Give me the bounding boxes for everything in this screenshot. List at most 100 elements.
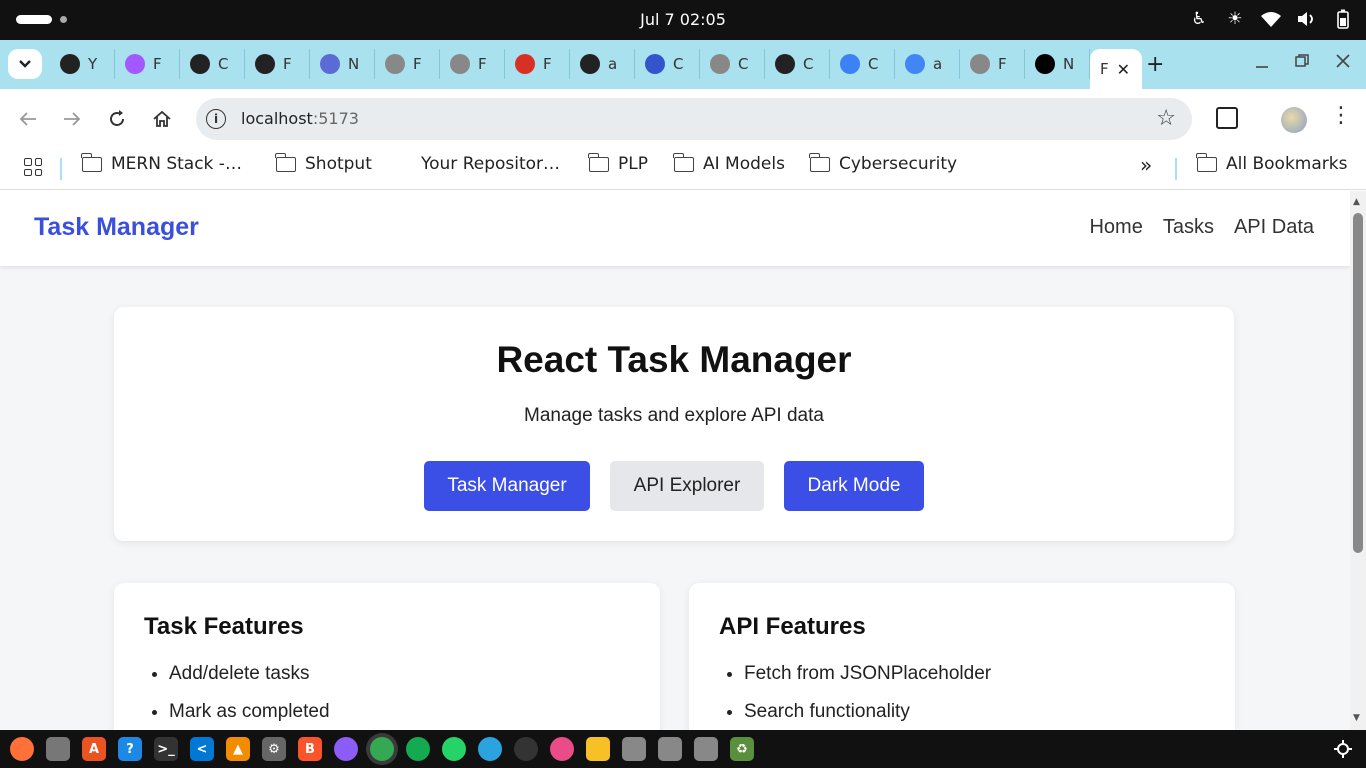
new-tab-button[interactable]: +: [1146, 52, 1164, 77]
bookmark-item[interactable]: Cybersecurity: [809, 152, 957, 174]
tab-title: F: [153, 55, 162, 73]
restore-window-button[interactable]: [1294, 53, 1310, 74]
browser-tab-strip: Y F C F N F F Fa C C C Ca F N F ✕ +: [0, 40, 1366, 89]
brightness-icon[interactable]: ☀: [1224, 8, 1246, 30]
app-icon[interactable]: [550, 737, 574, 761]
browser-tab[interactable]: C: [635, 49, 700, 79]
nav-link-api-data[interactable]: API Data: [1234, 216, 1314, 239]
browser-tab[interactable]: F: [375, 49, 440, 79]
chrome-icon[interactable]: [370, 737, 394, 761]
back-button[interactable]: [16, 107, 40, 131]
terminal-icon[interactable]: >_: [154, 737, 178, 761]
app-center-icon[interactable]: A: [82, 737, 106, 761]
clock[interactable]: Jul 7 02:05: [0, 10, 1366, 29]
mongodb-icon[interactable]: [406, 737, 430, 761]
bookmark-star-icon[interactable]: ☆: [1156, 106, 1176, 131]
files-icon[interactable]: [46, 737, 70, 761]
firefox-icon[interactable]: [10, 737, 34, 761]
browser-tab[interactable]: C: [765, 49, 830, 79]
hero-subtitle: Manage tasks and explore API data: [524, 405, 824, 426]
tab-title: C: [803, 55, 814, 73]
all-bookmarks-label: All Bookmarks: [1226, 154, 1348, 174]
tab-search-button[interactable]: [8, 49, 42, 79]
card-title: Task Features: [144, 613, 304, 640]
active-browser-tab[interactable]: F ✕: [1090, 49, 1142, 89]
trash-icon[interactable]: ♻: [730, 737, 754, 761]
browser-toolbar: i localhost:5173 ☆ ⋮: [0, 89, 1366, 149]
all-bookmarks-button[interactable]: All Bookmarks: [1196, 152, 1348, 174]
bookmark-item[interactable]: PLP: [588, 152, 648, 174]
vlc-icon[interactable]: ▲: [226, 737, 250, 761]
settings-icon[interactable]: ⚙: [262, 737, 286, 761]
bookmark-item[interactable]: Your Repositor…: [421, 154, 560, 174]
list-item: Mark as completed: [169, 701, 330, 723]
extensions-puzzle-icon[interactable]: [1216, 107, 1238, 129]
brave-icon[interactable]: B: [298, 737, 322, 761]
browser-tab[interactable]: N: [1025, 49, 1090, 79]
vite-icon: [1035, 54, 1055, 74]
github-icon[interactable]: [514, 737, 538, 761]
browser-tab[interactable]: F: [440, 49, 505, 79]
page-scrollbar[interactable]: ▲ ▼: [1350, 191, 1366, 730]
telegram-icon[interactable]: [478, 737, 502, 761]
accessibility-icon[interactable]: ♿: [1188, 8, 1210, 30]
scroll-down-icon[interactable]: ▼: [1353, 713, 1360, 723]
volume-icon[interactable]: [1296, 8, 1318, 30]
close-window-button[interactable]: [1335, 53, 1351, 74]
folder-icon: [809, 152, 830, 172]
address-bar[interactable]: i localhost:5173 ☆: [196, 98, 1192, 140]
tab-title: N: [1063, 55, 1075, 73]
browser-tab[interactable]: F: [245, 49, 310, 79]
disk-icon[interactable]: [694, 737, 718, 761]
bookmarks-overflow-button[interactable]: »: [1140, 153, 1152, 177]
help-icon[interactable]: ?: [118, 737, 142, 761]
tab-title: a: [933, 55, 943, 73]
reload-button[interactable]: [105, 107, 129, 131]
apps-grid-icon[interactable]: [24, 158, 42, 176]
app-icon[interactable]: [334, 737, 358, 761]
forward-button[interactable]: [60, 107, 84, 131]
whatsapp-icon[interactable]: [442, 737, 466, 761]
browser-tab[interactable]: Y: [50, 49, 115, 79]
browser-tab[interactable]: F: [505, 49, 570, 79]
browser-tab[interactable]: F: [115, 49, 180, 79]
nav-link-tasks[interactable]: Tasks: [1163, 216, 1214, 239]
bookmark-item[interactable]: Shotput: [275, 152, 372, 174]
globe-icon: [710, 54, 730, 74]
system-tray[interactable]: ♿ ☀: [1188, 8, 1354, 30]
site-info-icon[interactable]: i: [206, 109, 226, 129]
browser-tab[interactable]: F: [960, 49, 1025, 79]
close-tab-icon[interactable]: ✕: [1117, 60, 1130, 79]
browser-tab[interactable]: C: [700, 49, 765, 79]
app-brand-link[interactable]: Task Manager: [34, 213, 199, 242]
scrollbar-thumb[interactable]: [1353, 213, 1363, 553]
bookmark-item[interactable]: AI Models: [673, 152, 785, 174]
browser-menu-kebab-icon[interactable]: ⋮: [1330, 103, 1352, 128]
wifi-icon[interactable]: [1260, 8, 1282, 30]
notes-icon[interactable]: [586, 737, 610, 761]
bookmark-item[interactable]: MERN Stack -…: [81, 152, 242, 174]
bookmark-label: Shotput: [305, 154, 372, 174]
vscode-icon[interactable]: <: [190, 737, 214, 761]
task-manager-button[interactable]: Task Manager: [424, 461, 590, 511]
browser-tab[interactable]: C: [180, 49, 245, 79]
browser-tab[interactable]: a: [895, 49, 960, 79]
scroll-up-icon[interactable]: ▲: [1353, 197, 1360, 207]
browser-tab[interactable]: C: [830, 49, 895, 79]
document-icon[interactable]: [622, 737, 646, 761]
profile-avatar[interactable]: [1281, 107, 1307, 133]
battery-icon[interactable]: [1332, 8, 1354, 30]
globe-icon: [450, 54, 470, 74]
system-top-panel: Jul 7 02:05 ♿ ☀: [0, 0, 1366, 40]
show-apps-icon[interactable]: [1334, 740, 1352, 762]
browser-tab[interactable]: N: [310, 49, 375, 79]
github-icon: [580, 54, 600, 74]
minimize-window-button[interactable]: [1254, 53, 1270, 74]
browser-tab[interactable]: a: [570, 49, 635, 79]
dark-mode-button[interactable]: Dark Mode: [784, 461, 924, 511]
home-button[interactable]: [150, 107, 174, 131]
nav-link-home[interactable]: Home: [1089, 216, 1142, 239]
url-text[interactable]: localhost:5173: [241, 109, 359, 128]
disk-icon[interactable]: [658, 737, 682, 761]
api-explorer-button[interactable]: API Explorer: [610, 461, 764, 511]
